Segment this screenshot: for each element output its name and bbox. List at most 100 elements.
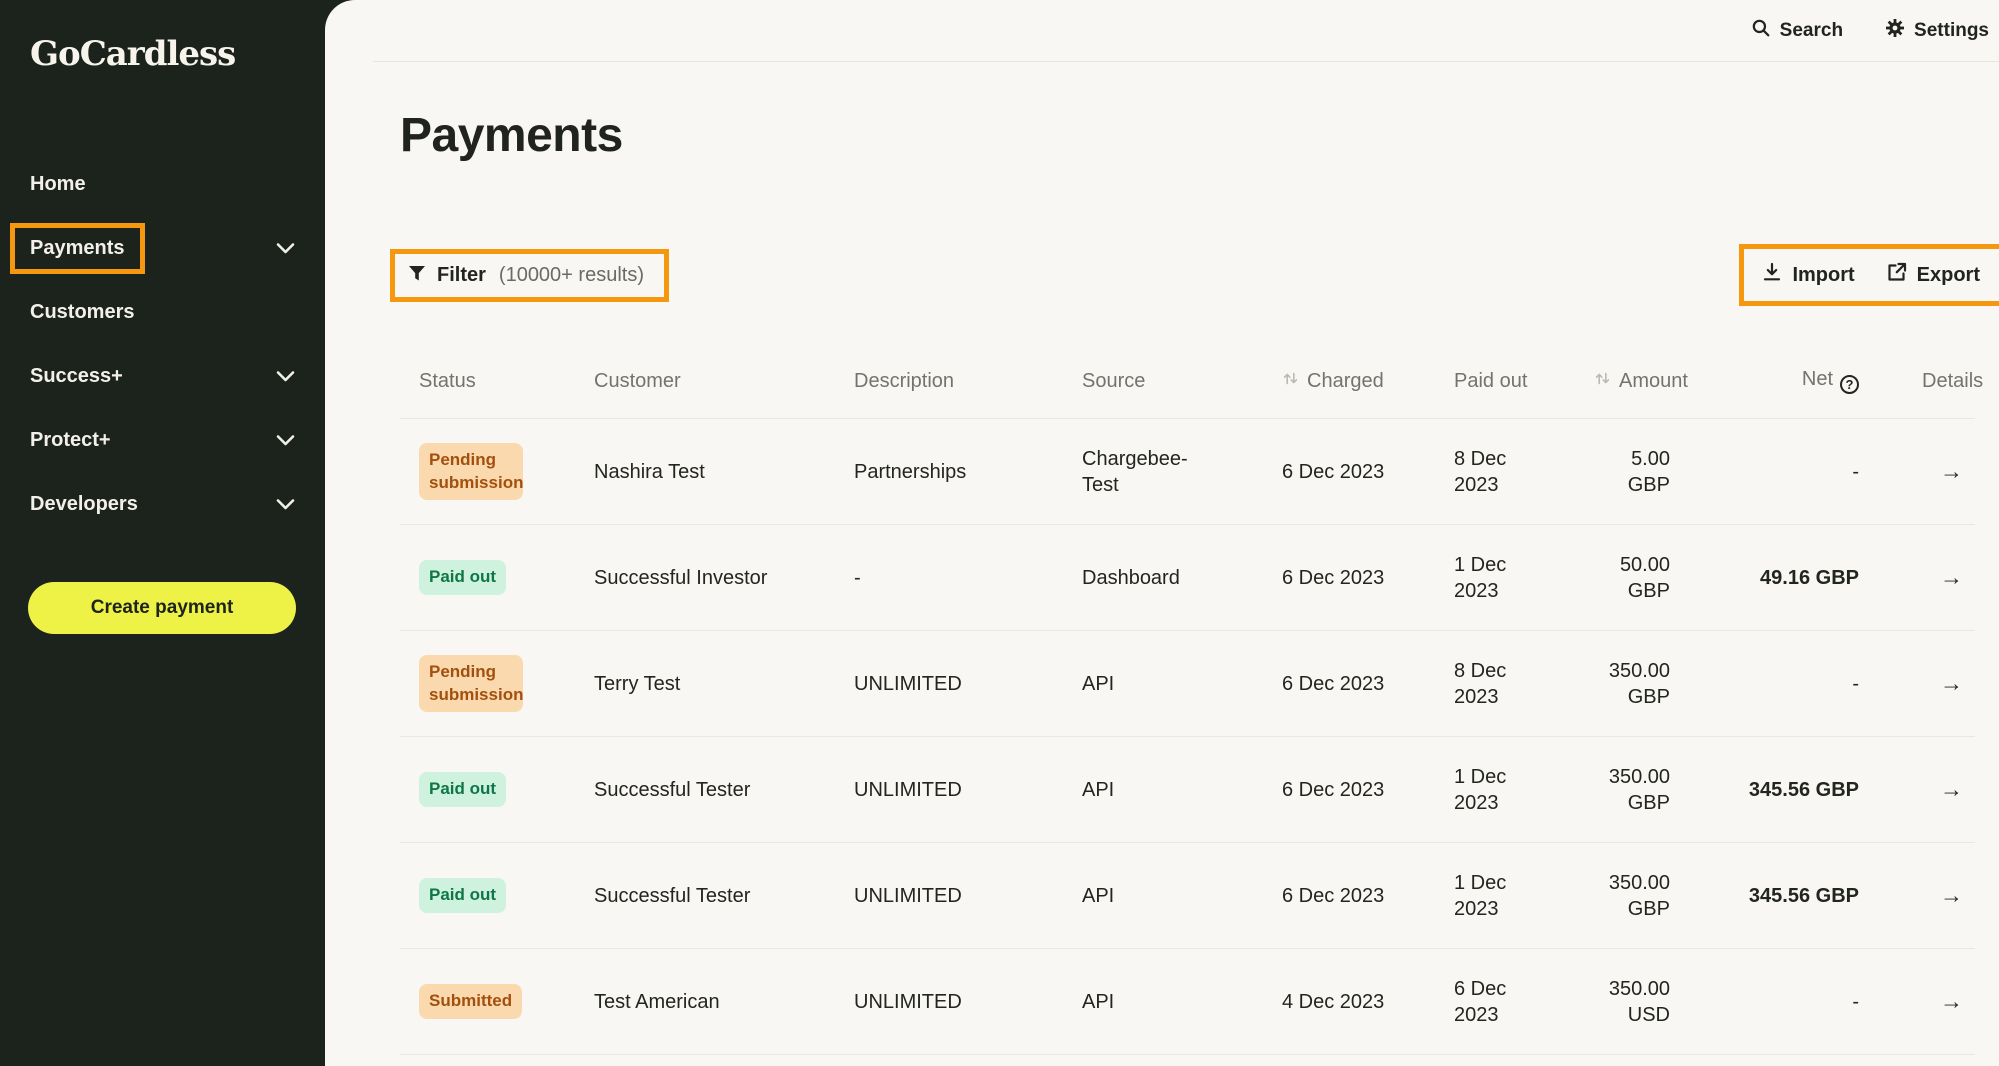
cell-amount: 350.00 USD [1575, 949, 1713, 1055]
sidebar-item-payments[interactable]: Payments [0, 216, 325, 280]
cell-description: UNLIMITED [835, 843, 1063, 949]
topbar: Search Settings [325, 0, 1999, 61]
column-header-status: Status [400, 342, 575, 419]
sidebar-item-protect-plus[interactable]: Protect+ [0, 408, 325, 472]
settings-label: Settings [1914, 20, 1989, 42]
sidebar-item-label: Payments [30, 237, 125, 259]
cell-charged: 6 Dec 2023 [1263, 843, 1435, 949]
search-icon [1751, 18, 1771, 44]
header-divider [373, 61, 1999, 62]
cell-charged: 6 Dec 2023 [1263, 631, 1435, 737]
table-row[interactable]: Pending submission Nashira Test Partners… [400, 419, 1975, 525]
details-arrow-icon[interactable]: → [1940, 564, 1963, 590]
sidebar-item-label: Home [30, 173, 86, 196]
sidebar-item-home[interactable]: Home [0, 152, 325, 216]
cell-source: API [1063, 631, 1263, 737]
content-panel: Search Settings [325, 0, 1999, 1066]
cell-net: 49.16 GBP [1713, 525, 1903, 631]
details-arrow-icon[interactable]: → [1940, 458, 1963, 484]
column-header-charged[interactable]: Charged [1263, 342, 1435, 419]
net-help-icon[interactable]: ? [1840, 375, 1859, 394]
cell-customer: Successful Tester [575, 843, 835, 949]
cell-paid-out: 6 Dec 2023 [1435, 949, 1575, 1055]
annotation-box-import-export: Import Export [1739, 244, 1999, 306]
import-button[interactable]: Import [1762, 262, 1854, 288]
toolbar: Filter (10000+ results) Import Export [325, 244, 1999, 306]
search-label: Search [1780, 20, 1843, 42]
cell-customer: Test American [575, 949, 835, 1055]
cell-charged: 6 Dec 2023 [1263, 737, 1435, 843]
details-arrow-icon[interactable]: → [1940, 988, 1963, 1014]
cell-description: UNLIMITED [835, 949, 1063, 1055]
cell-description: UNLIMITED [835, 737, 1063, 843]
column-header-amount[interactable]: Amount [1575, 342, 1713, 419]
chevron-down-icon [276, 242, 295, 255]
table-row[interactable]: Paid out Successful Tester UNLIMITED API… [400, 843, 1975, 949]
table-row[interactable]: Pending submission Terry Test UNLIMITED … [400, 631, 1975, 737]
cell-charged: 6 Dec 2023 [1263, 525, 1435, 631]
chevron-down-icon [276, 498, 295, 511]
export-button[interactable]: Export [1887, 262, 1980, 288]
sort-icon [1282, 370, 1299, 393]
details-arrow-icon[interactable]: → [1940, 882, 1963, 908]
payments-table-wrap: Status Customer Description Source Charg… [400, 342, 1975, 1055]
column-header-net: Net? [1713, 342, 1903, 419]
status-badge: Pending submission [419, 443, 523, 501]
status-badge: Submitted [419, 984, 522, 1019]
column-header-customer: Customer [575, 342, 835, 419]
import-label: Import [1792, 264, 1854, 287]
cell-charged: 4 Dec 2023 [1263, 949, 1435, 1055]
column-header-description: Description [835, 342, 1063, 419]
cell-net: 345.56 GBP [1713, 843, 1903, 949]
column-header-details: Details [1903, 342, 1975, 419]
search-button[interactable]: Search [1751, 18, 1843, 44]
table-row[interactable]: Paid out Successful Investor - Dashboard… [400, 525, 1975, 631]
chevron-down-icon [276, 434, 295, 447]
cell-amount: 5.00 GBP [1575, 419, 1713, 525]
annotation-box-payments: Payments [10, 223, 145, 274]
status-badge: Paid out [419, 878, 506, 913]
sidebar-item-label: Protect+ [30, 429, 111, 452]
sidebar-item-developers[interactable]: Developers [0, 472, 325, 536]
settings-button[interactable]: Settings [1885, 18, 1989, 44]
payments-table: Status Customer Description Source Charg… [400, 342, 1975, 1055]
filter-results-count: (10000+ results) [499, 264, 644, 287]
table-row[interactable]: Submitted Test American UNLIMITED API 4 … [400, 949, 1975, 1055]
table-row[interactable]: Paid out Successful Tester UNLIMITED API… [400, 737, 1975, 843]
cell-description: Partnerships [835, 419, 1063, 525]
cell-net: 345.56 GBP [1713, 737, 1903, 843]
cell-source: Dashboard [1063, 525, 1263, 631]
filter-button[interactable]: Filter (10000+ results) [408, 264, 644, 287]
cell-amount: 350.00 GBP [1575, 631, 1713, 737]
status-badge: Paid out [419, 772, 506, 807]
column-header-source: Source [1063, 342, 1263, 419]
details-arrow-icon[interactable]: → [1940, 670, 1963, 696]
page-title: Payments [400, 110, 1999, 162]
cell-source: Chargebee-Test [1063, 419, 1263, 525]
details-arrow-icon[interactable]: → [1940, 776, 1963, 802]
gear-icon [1885, 18, 1905, 44]
gocardless-logo: GoCardless [0, 0, 325, 74]
cell-amount: 350.00 GBP [1575, 737, 1713, 843]
status-badge: Paid out [419, 560, 506, 595]
sidebar-nav: Home Payments Customers Success+ [0, 152, 325, 536]
annotation-box-filter: Filter (10000+ results) [390, 249, 669, 302]
cell-customer: Nashira Test [575, 419, 835, 525]
table-header-row: Status Customer Description Source Charg… [400, 342, 1975, 419]
cell-net: - [1713, 631, 1903, 737]
sidebar: GoCardless Home Payments Customers Succe… [0, 0, 325, 1066]
cell-paid-out: 1 Dec 2023 [1435, 843, 1575, 949]
cell-paid-out: 1 Dec 2023 [1435, 525, 1575, 631]
external-link-icon [1887, 262, 1907, 288]
sidebar-item-customers[interactable]: Customers [0, 280, 325, 344]
cell-charged: 6 Dec 2023 [1263, 419, 1435, 525]
sidebar-item-success-plus[interactable]: Success+ [0, 344, 325, 408]
cell-customer: Successful Tester [575, 737, 835, 843]
create-payment-button[interactable]: Create payment [28, 582, 296, 634]
cell-customer: Successful Investor [575, 525, 835, 631]
sidebar-item-label: Customers [30, 301, 134, 324]
cell-customer: Terry Test [575, 631, 835, 737]
cell-source: API [1063, 949, 1263, 1055]
sidebar-item-label: Developers [30, 493, 138, 516]
cell-paid-out: 1 Dec 2023 [1435, 737, 1575, 843]
